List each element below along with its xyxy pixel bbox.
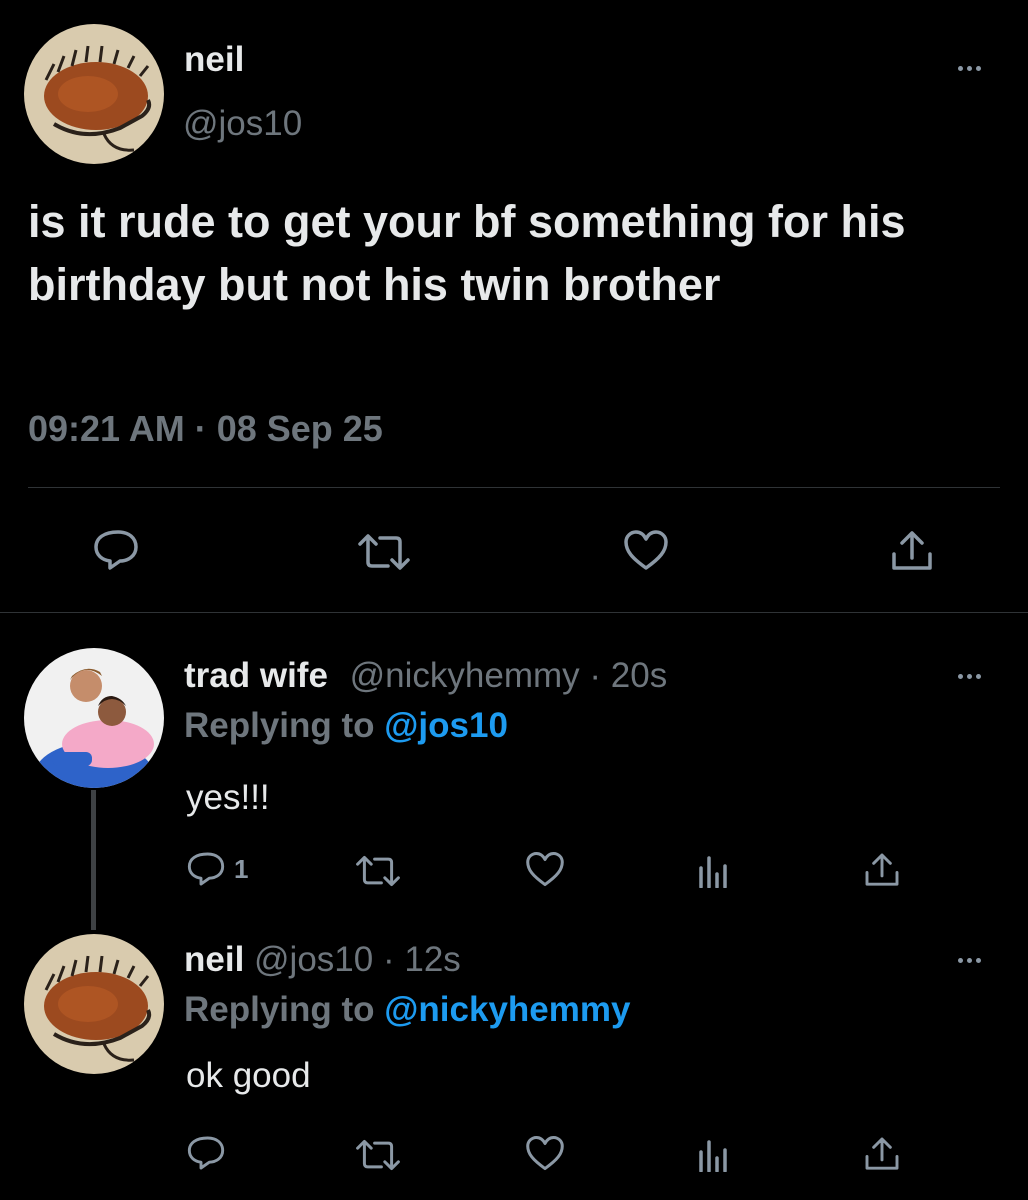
divider: [0, 612, 1028, 613]
reply-text: yes!!!: [186, 778, 270, 817]
replying-to-handle[interactable]: @nickyhemmy: [384, 990, 630, 1029]
more-icon[interactable]: [958, 674, 981, 679]
like-icon[interactable]: [524, 850, 566, 888]
tweet-text: is it rude to get your bf something for …: [28, 196, 906, 310]
share-icon[interactable]: [862, 1134, 902, 1174]
reply-icon[interactable]: [92, 528, 140, 572]
reply-display-name[interactable]: neil: [184, 940, 244, 979]
reply-time[interactable]: · 12s: [383, 940, 461, 979]
views-icon[interactable]: [696, 854, 732, 888]
replying-to-handle[interactable]: @jos10: [384, 706, 508, 745]
replying-to-prefix: Replying to: [184, 706, 375, 745]
more-icon[interactable]: [958, 66, 981, 71]
thread-connector-line: [91, 790, 96, 930]
couple-photo-avatar-icon: [24, 648, 164, 788]
author-handle[interactable]: @jos10: [183, 104, 302, 144]
tweet-timestamp[interactable]: 09:21 AM · 08 Sep 25: [28, 408, 383, 450]
reply-count: 1: [234, 854, 249, 884]
reply-header: neil @jos10 · 12s: [184, 940, 461, 980]
reply-icon[interactable]: [186, 1134, 226, 1172]
reply-handle[interactable]: @jos10: [254, 940, 373, 979]
hedgehog-avatar-icon: [24, 24, 164, 164]
reply-header: trad wife @nickyhemmy · 20s: [184, 656, 667, 696]
reply-handle[interactable]: @nickyhemmy: [350, 656, 580, 695]
divider: [28, 487, 1000, 488]
reply-time[interactable]: · 20s: [589, 656, 667, 695]
reply-text: ok good: [186, 1056, 311, 1095]
reply-avatar[interactable]: [24, 648, 164, 788]
retweet-icon[interactable]: [354, 1138, 402, 1172]
replying-to-line: Replying to @nickyhemmy: [184, 990, 630, 1030]
like-icon[interactable]: [524, 1134, 566, 1172]
author-display-name[interactable]: neil: [184, 40, 244, 80]
reply-display-name[interactable]: trad wife: [184, 656, 328, 695]
replying-to-prefix: Replying to: [184, 990, 375, 1029]
views-icon[interactable]: [696, 1138, 732, 1172]
share-icon[interactable]: [862, 850, 902, 890]
retweet-icon[interactable]: [356, 532, 412, 572]
retweet-icon[interactable]: [354, 854, 402, 888]
replying-to-line: Replying to @jos10: [184, 706, 508, 746]
hedgehog-avatar-icon: [24, 934, 164, 1074]
author-avatar[interactable]: [24, 24, 164, 164]
more-icon[interactable]: [958, 958, 981, 963]
reply-icon[interactable]: [186, 850, 226, 888]
share-icon[interactable]: [888, 528, 936, 574]
like-icon[interactable]: [622, 528, 670, 572]
reply-avatar[interactable]: [24, 934, 164, 1074]
